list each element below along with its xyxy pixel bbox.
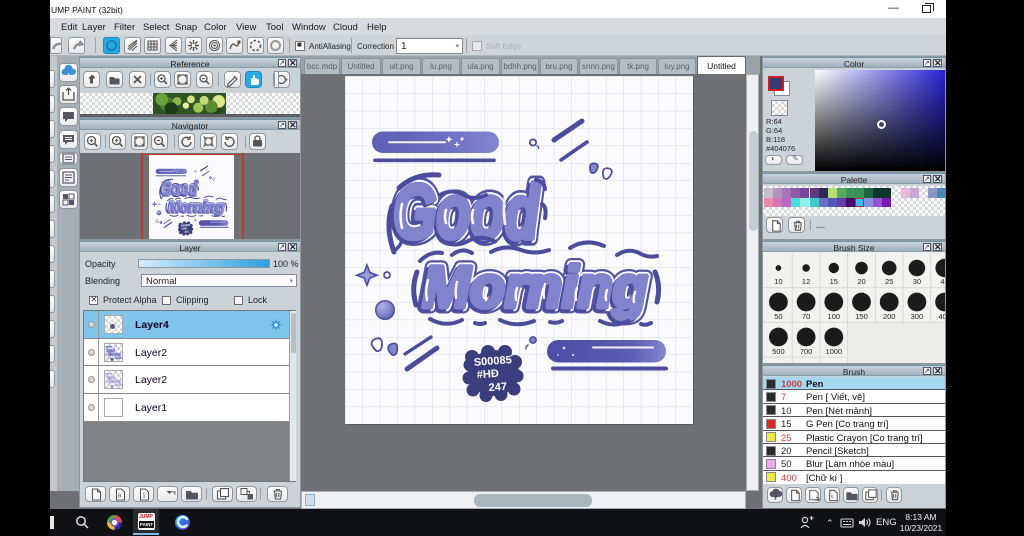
svg-text:70: 70 <box>802 312 810 321</box>
svg-text:12: 12 <box>802 277 810 286</box>
svg-text:s: s <box>830 493 833 500</box>
svg-text:400: 400 <box>938 312 945 321</box>
svg-text:200: 200 <box>883 312 896 321</box>
svg-text:30: 30 <box>913 277 921 286</box>
svg-text:150: 150 <box>855 312 868 321</box>
svg-text:700: 700 <box>800 347 813 356</box>
svg-text:247: 247 <box>488 381 507 394</box>
svg-text:#HĐ: #HĐ <box>476 368 499 382</box>
svg-text:500: 500 <box>772 347 785 356</box>
svg-text:300: 300 <box>911 312 924 321</box>
svg-text:20: 20 <box>857 277 865 286</box>
svg-text:50: 50 <box>774 312 782 321</box>
svg-text:1: 1 <box>142 493 146 500</box>
svg-text:25: 25 <box>885 277 893 286</box>
svg-text:a: a <box>118 493 122 500</box>
svg-text:100: 100 <box>828 312 841 321</box>
svg-text:10: 10 <box>774 277 782 286</box>
svg-text:40: 40 <box>940 277 945 286</box>
svg-text:1000: 1000 <box>825 347 842 356</box>
svg-text:15: 15 <box>830 277 838 286</box>
